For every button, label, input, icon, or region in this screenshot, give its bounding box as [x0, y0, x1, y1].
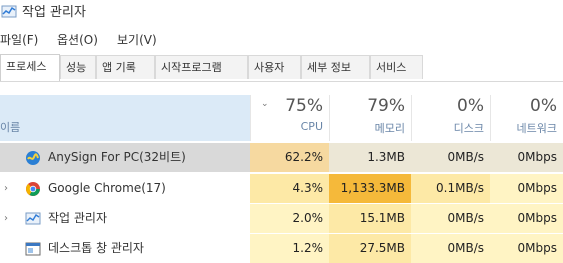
- tab-services[interactable]: 서비스: [370, 55, 423, 79]
- menu-file[interactable]: 파일(F): [0, 28, 38, 52]
- network-column-label: 네트워크: [516, 122, 557, 135]
- name-column-label: 이름: [0, 121, 21, 134]
- tab-startup[interactable]: 시작프로그램: [155, 55, 248, 79]
- process-name: 데스크톱 창 관리자: [48, 241, 144, 255]
- title-bar: 작업 관리자: [0, 0, 563, 28]
- cpu-cell: 1.2%: [250, 234, 329, 263]
- memory-column-header[interactable]: 79% 메모리: [329, 95, 411, 141]
- table-row[interactable]: 데스크톱 창 관리자 1.2% 27.5MB 0MB/s 0Mbps: [0, 234, 563, 263]
- cpu-cell: 2.0%: [250, 204, 329, 233]
- cpu-cell: 62.2%: [250, 143, 329, 172]
- disk-total-pct: 0%: [457, 96, 484, 116]
- memory-cell: 27.5MB: [329, 234, 411, 263]
- network-cell: 0Mbps: [490, 143, 563, 172]
- tab-users[interactable]: 사용자: [248, 55, 301, 79]
- memory-column-label: 메모리: [374, 122, 405, 135]
- window-title: 작업 관리자: [22, 5, 86, 20]
- disk-cell: 0.1MB/s: [411, 174, 490, 203]
- desktop-window-manager-icon: [25, 242, 41, 256]
- menu-bar: 파일(F) 옵션(O) 보기(V): [0, 28, 563, 52]
- table-row[interactable]: › 작업 관리자 2.0% 15.1MB 0MB/s 0Mbps: [0, 204, 563, 233]
- memory-cell: 15.1MB: [329, 204, 411, 233]
- column-header-row: 이름 ⌄ 75% CPU 79% 메모리 0% 디스크 0% 네트워크: [0, 95, 563, 141]
- tab-performance[interactable]: 성능: [60, 55, 96, 79]
- network-column-header[interactable]: 0% 네트워크: [490, 95, 563, 141]
- disk-column-label: 디스크: [453, 122, 484, 135]
- disk-cell: 0MB/s: [411, 234, 490, 263]
- expand-chevron-icon[interactable]: ›: [4, 174, 8, 203]
- memory-cell: 1,133.3MB: [329, 174, 411, 203]
- chrome-icon: [26, 182, 40, 196]
- disk-cell: 0MB/s: [411, 204, 490, 233]
- tab-details[interactable]: 세부 정보: [301, 55, 370, 79]
- task-manager-icon: [25, 212, 41, 225]
- tab-app-history[interactable]: 앱 기록: [96, 55, 155, 79]
- expand-chevron-icon[interactable]: ›: [4, 204, 8, 233]
- disk-cell: 0MB/s: [411, 143, 490, 172]
- anysign-icon: [26, 151, 40, 165]
- network-cell: 0Mbps: [490, 204, 563, 233]
- network-cell: 0Mbps: [490, 234, 563, 263]
- menu-options[interactable]: 옵션(O): [57, 28, 98, 52]
- memory-cell: 1.3MB: [329, 143, 411, 172]
- cpu-column-header[interactable]: 75% CPU: [250, 95, 329, 141]
- tab-processes[interactable]: 프로세스: [0, 54, 60, 81]
- network-total-pct: 0%: [530, 96, 557, 116]
- menu-view[interactable]: 보기(V): [117, 28, 157, 52]
- process-name: Google Chrome(17): [48, 181, 166, 195]
- name-column-header[interactable]: 이름: [0, 95, 250, 141]
- cpu-column-label: CPU: [300, 120, 323, 133]
- table-row[interactable]: › Google Chrome(17) 4.3% 1,133.3MB 0.1MB…: [0, 174, 563, 203]
- cpu-total-pct: 75%: [285, 96, 323, 116]
- tab-bar: 프로세스 성능 앱 기록 시작프로그램 사용자 세부 정보 서비스: [0, 52, 563, 82]
- process-name: 작업 관리자: [48, 211, 108, 225]
- table-row[interactable]: AnySign For PC(32비트) 62.2% 1.3MB 0MB/s 0…: [0, 143, 563, 172]
- memory-total-pct: 79%: [367, 96, 405, 116]
- cpu-cell: 4.3%: [250, 174, 329, 203]
- task-manager-icon: [1, 5, 17, 18]
- network-cell: 0Mbps: [490, 174, 563, 203]
- process-name: AnySign For PC(32비트): [48, 150, 186, 164]
- disk-column-header[interactable]: 0% 디스크: [411, 95, 490, 141]
